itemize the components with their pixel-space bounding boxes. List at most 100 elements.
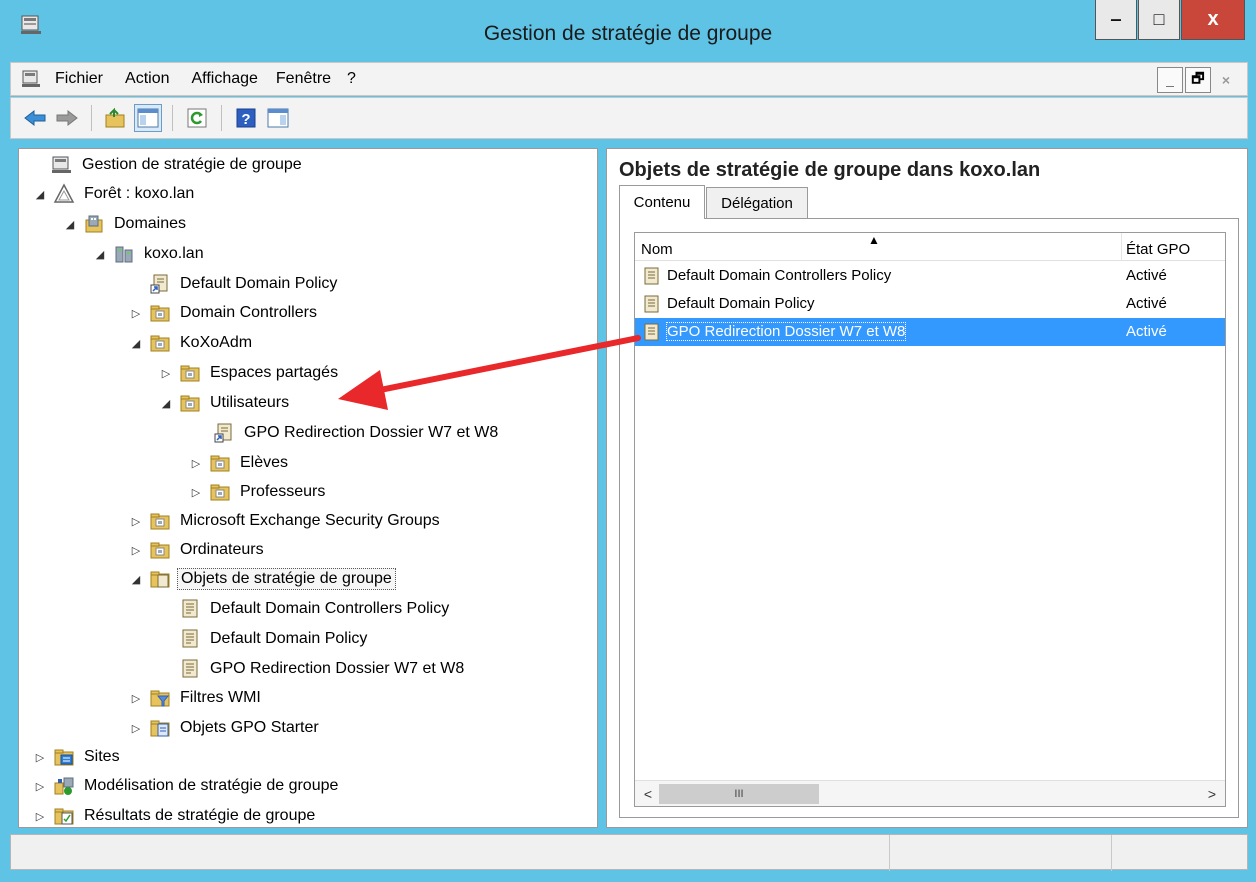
domains-icon bbox=[85, 215, 103, 233]
help-button[interactable]: ? bbox=[232, 104, 260, 132]
tree-node-label: Gestion de stratégie de groupe bbox=[82, 156, 302, 173]
tree-node-label: Elèves bbox=[240, 454, 289, 471]
tree-node-ou[interactable]: ▷ Professeurs bbox=[189, 478, 328, 506]
minimize-icon: ‒ bbox=[1110, 9, 1121, 29]
tree-node-label: Espaces partagés bbox=[210, 364, 339, 381]
horizontal-scrollbar[interactable]: < III > bbox=[635, 780, 1225, 806]
tree-node-gpo[interactable]: GPO Redirection Dossier W7 et W8 bbox=[159, 655, 467, 683]
gpolink-icon bbox=[150, 274, 168, 294]
gpofolder-icon bbox=[150, 571, 170, 588]
svg-text:?: ? bbox=[241, 111, 250, 128]
tree-node-gpo[interactable]: Default Domain Policy bbox=[159, 625, 370, 653]
expand-icon[interactable]: ▷ bbox=[159, 367, 173, 380]
collapse-icon[interactable]: ◢ bbox=[93, 248, 107, 261]
tree-node-ou[interactable]: ▷ Domain Controllers bbox=[129, 299, 320, 327]
expand-icon[interactable]: ▷ bbox=[129, 544, 143, 557]
gpmc-menu-icon[interactable] bbox=[21, 69, 41, 89]
console-tree-icon bbox=[137, 108, 159, 128]
tree-node-results[interactable]: ▷ Résultats de stratégie de groupe bbox=[33, 802, 318, 827]
gpo-list[interactable]: Nom ▲ État GPO Default Domain Controller… bbox=[634, 232, 1226, 807]
refresh-button[interactable] bbox=[183, 104, 211, 132]
tree-node-label: GPO Redirection Dossier W7 et W8 bbox=[210, 660, 465, 677]
tree-node-modeling[interactable]: ▷ Modélisation de stratégie de groupe bbox=[33, 772, 341, 800]
expand-icon[interactable]: ▷ bbox=[129, 515, 143, 528]
back-button[interactable] bbox=[21, 104, 49, 132]
collapse-icon[interactable]: ◢ bbox=[129, 573, 143, 586]
expand-icon[interactable]: ▷ bbox=[129, 692, 143, 705]
tree-node-gpo-link[interactable]: Default Domain Policy bbox=[129, 270, 340, 298]
scroll-left-button[interactable]: < bbox=[637, 783, 659, 805]
mdi-close-button[interactable]: × bbox=[1213, 67, 1239, 93]
window-title: Gestion de stratégie de groupe bbox=[483, 22, 773, 45]
mdi-minimize-button[interactable]: _ bbox=[1157, 67, 1183, 93]
tree-node-label: Default Domain Policy bbox=[210, 630, 368, 647]
column-header-nom[interactable]: Nom bbox=[641, 241, 673, 258]
status-separator bbox=[1111, 835, 1112, 871]
list-item[interactable]: Default Domain Controllers Policy Activé bbox=[635, 262, 1225, 290]
menu-fenetre[interactable]: Fenêtre bbox=[276, 70, 331, 88]
results-icon bbox=[54, 808, 74, 825]
show-hide-tree-button[interactable] bbox=[134, 104, 162, 132]
expand-icon[interactable]: ▷ bbox=[189, 486, 203, 499]
tree-node-gpo-link[interactable]: GPO Redirection Dossier W7 et W8 bbox=[193, 419, 501, 447]
column-header-etat-gpo[interactable]: État GPO bbox=[1126, 241, 1190, 258]
scroll-thumb[interactable]: III bbox=[659, 784, 819, 804]
column-divider[interactable] bbox=[1121, 233, 1122, 261]
tree-node-forest[interactable]: ◢ Forêt : koxo.lan bbox=[33, 180, 197, 208]
tree-node-ou[interactable]: ▷ Espaces partagés bbox=[159, 359, 341, 387]
tree-node-label: Ordinateurs bbox=[180, 541, 264, 558]
expand-icon[interactable]: ▷ bbox=[33, 751, 47, 764]
tree-node-ou[interactable]: ▷ Microsoft Exchange Security Groups bbox=[129, 507, 443, 535]
list-item[interactable]: Default Domain Policy Activé bbox=[635, 290, 1225, 318]
tree-node-starter-gpos[interactable]: ▷ Objets GPO Starter bbox=[129, 714, 322, 742]
tree-node-sites[interactable]: ▷ Sites bbox=[33, 743, 123, 771]
expand-icon[interactable]: ▷ bbox=[189, 457, 203, 470]
tab-contenu[interactable]: Contenu bbox=[619, 185, 705, 219]
tree-node-label: Default Domain Policy bbox=[180, 275, 338, 292]
collapse-icon[interactable]: ◢ bbox=[63, 218, 77, 231]
list-item-selected[interactable]: GPO Redirection Dossier W7 et W8 Activé bbox=[635, 318, 1225, 346]
action-pane-button[interactable] bbox=[264, 104, 292, 132]
tree-node-domain[interactable]: ◢ koxo.lan bbox=[93, 240, 207, 268]
forward-button[interactable] bbox=[53, 104, 81, 132]
tree-node-ou[interactable]: ◢ KoXoAdm bbox=[129, 329, 255, 357]
ou-icon bbox=[210, 484, 230, 501]
expand-icon[interactable]: ▷ bbox=[33, 810, 47, 823]
title-bar[interactable]: Gestion de stratégie de groupe ‒ □ x bbox=[0, 0, 1256, 60]
tree-node-ou[interactable]: ▷ Elèves bbox=[189, 449, 291, 477]
tree-node-wmi-filters[interactable]: ▷ Filtres WMI bbox=[129, 684, 264, 712]
status-separator bbox=[889, 835, 890, 871]
ou-icon bbox=[150, 513, 170, 530]
maximize-button[interactable]: □ bbox=[1138, 0, 1180, 40]
tree-node-ou[interactable]: ◢ Utilisateurs bbox=[159, 389, 292, 417]
tree-node-domains[interactable]: ◢ Domaines bbox=[63, 210, 189, 238]
app-window: Gestion de stratégie de groupe ‒ □ x Fic… bbox=[0, 0, 1256, 882]
collapse-icon[interactable]: ◢ bbox=[33, 188, 47, 201]
scroll-right-button[interactable]: > bbox=[1201, 783, 1223, 805]
menu-help[interactable]: ? bbox=[347, 70, 356, 88]
model-icon bbox=[54, 777, 74, 795]
close-button[interactable]: x bbox=[1181, 0, 1245, 40]
collapse-icon[interactable]: ◢ bbox=[129, 337, 143, 350]
tab-delegation[interactable]: Délégation bbox=[706, 187, 808, 219]
toolbar: ? bbox=[10, 97, 1248, 139]
collapse-icon[interactable]: ◢ bbox=[159, 397, 173, 410]
mdi-restore-button[interactable]: 🗗 bbox=[1185, 67, 1211, 93]
expand-icon[interactable]: ▷ bbox=[129, 722, 143, 735]
console-tree[interactable]: Gestion de stratégie de groupe ◢ Forêt : k… bbox=[18, 148, 598, 828]
up-folder-button[interactable] bbox=[102, 104, 130, 132]
gpo-name: Default Domain Policy bbox=[667, 295, 815, 312]
tree-node-ou[interactable]: ▷ Ordinateurs bbox=[129, 536, 267, 564]
expand-icon[interactable]: ▷ bbox=[33, 780, 47, 793]
menu-fichier[interactable]: Fichier bbox=[55, 70, 103, 88]
tree-node-gpo[interactable]: Default Domain Controllers Policy bbox=[159, 595, 452, 623]
menu-affichage[interactable]: Affichage bbox=[191, 70, 257, 88]
tree-node-label: Objets GPO Starter bbox=[180, 719, 319, 736]
tree-root-gpmc[interactable]: Gestion de stratégie de groupe bbox=[31, 151, 305, 179]
tree-node-gpo-container[interactable]: ◢ Objets de stratégie de groupe bbox=[129, 565, 396, 593]
menu-bar: Fichier Action Affichage Fenêtre ? _ 🗗 × bbox=[10, 62, 1248, 96]
tree-node-label: Modélisation de stratégie de groupe bbox=[84, 777, 339, 794]
minimize-button[interactable]: ‒ bbox=[1095, 0, 1137, 40]
menu-action[interactable]: Action bbox=[125, 70, 169, 88]
expand-icon[interactable]: ▷ bbox=[129, 307, 143, 320]
